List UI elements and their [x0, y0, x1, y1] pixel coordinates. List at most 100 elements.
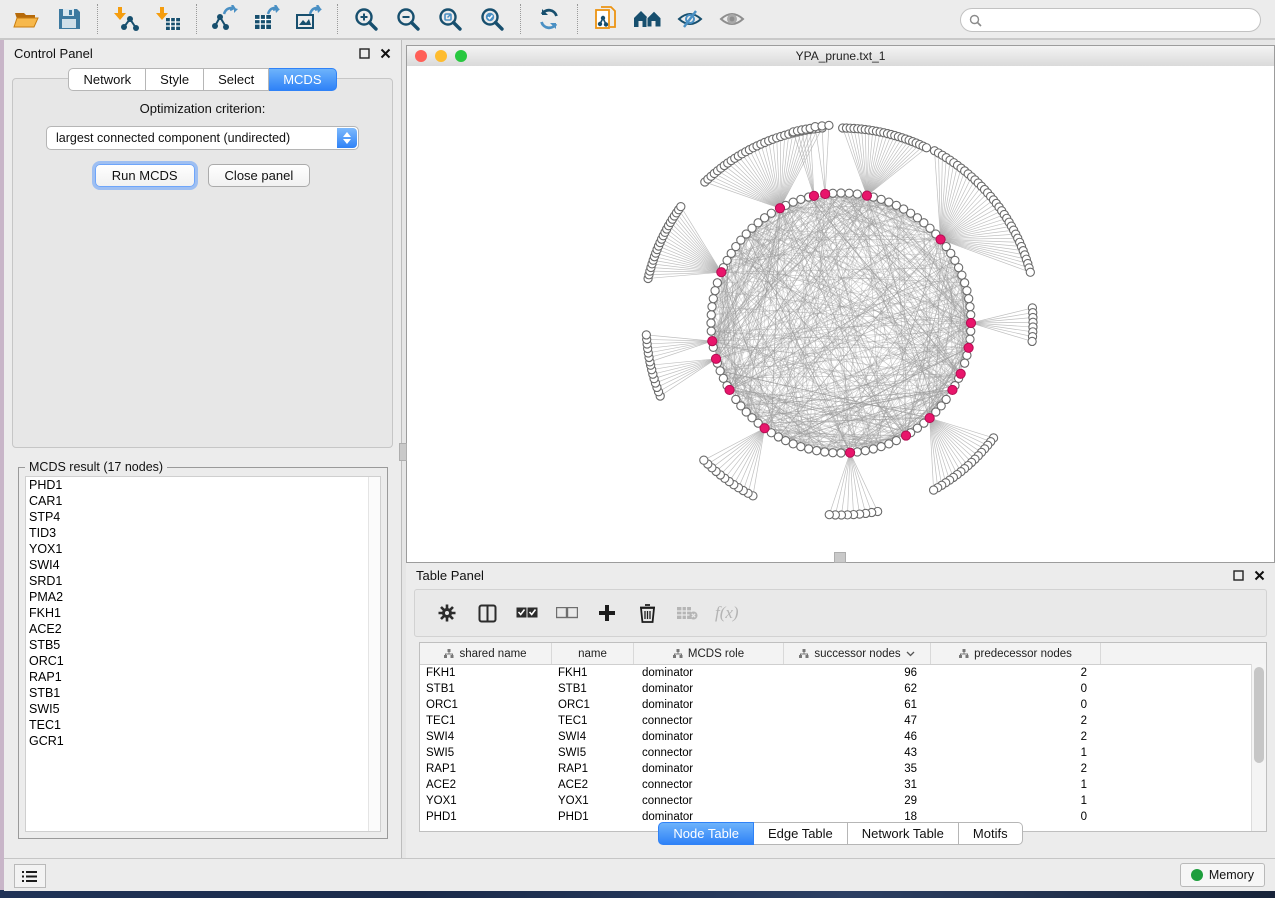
table-cell[interactable]: dominator — [634, 665, 784, 681]
mcds-result-item[interactable]: PMA2 — [26, 589, 380, 605]
export-network-button[interactable] — [204, 2, 246, 36]
network-node[interactable] — [713, 279, 721, 287]
table-cell[interactable]: ORC1 — [552, 697, 634, 713]
mcds-hub-node[interactable] — [948, 385, 957, 394]
network-node[interactable] — [813, 447, 821, 455]
network-node[interactable] — [707, 327, 715, 335]
network-node[interactable] — [708, 303, 716, 311]
memory-button[interactable]: Memory — [1180, 863, 1265, 887]
network-leaf-node[interactable] — [642, 331, 650, 339]
tab-motifs[interactable]: Motifs — [959, 822, 1023, 845]
network-leaf-node[interactable] — [1028, 337, 1036, 345]
tab-mcds[interactable]: MCDS — [269, 68, 336, 91]
mcds-result-item[interactable]: STB5 — [26, 637, 380, 653]
table-cell[interactable]: SWI4 — [420, 729, 552, 745]
close-panel-icon[interactable] — [380, 48, 391, 59]
close-table-panel-icon[interactable] — [1254, 570, 1265, 581]
table-cell[interactable]: 2 — [931, 729, 1101, 745]
window-maximize-button[interactable] — [455, 50, 467, 62]
tab-select[interactable]: Select — [204, 68, 269, 91]
table-cell[interactable]: 0 — [931, 697, 1101, 713]
mcds-result-item[interactable]: PHD1 — [26, 477, 380, 493]
column-header[interactable]: predecessor nodes — [931, 643, 1101, 664]
tab-style[interactable]: Style — [146, 68, 204, 91]
table-cell[interactable]: dominator — [634, 681, 784, 697]
hide-panel-button[interactable] — [669, 2, 711, 36]
table-row[interactable]: TEC1TEC1connector472 — [420, 713, 1266, 729]
mcds-result-item[interactable]: YOX1 — [26, 541, 380, 557]
mcds-result-item[interactable]: SWI4 — [26, 557, 380, 573]
mcds-result-item[interactable]: TEC1 — [26, 717, 380, 733]
table-cell[interactable]: 0 — [931, 681, 1101, 697]
network-leaf-node[interactable] — [825, 511, 833, 519]
table-cell[interactable]: 29 — [784, 793, 931, 809]
network-leaf-node[interactable] — [922, 144, 930, 152]
delete-column-button[interactable] — [635, 601, 659, 625]
zoom-selected-button[interactable] — [471, 2, 513, 36]
function-builder-button[interactable]: f(x) — [715, 603, 739, 623]
table-cell[interactable]: 1 — [931, 793, 1101, 809]
delete-table-button[interactable] — [675, 601, 699, 625]
table-cell[interactable]: ACE2 — [552, 777, 634, 793]
window-close-button[interactable] — [415, 50, 427, 62]
float-panel-icon[interactable] — [359, 48, 370, 59]
table-cell[interactable]: STB1 — [552, 681, 634, 697]
network-node[interactable] — [837, 189, 845, 197]
optimization-criterion-select[interactable]: largest connected component (undirected) — [46, 126, 359, 150]
close-panel-button[interactable]: Close panel — [208, 164, 311, 187]
task-history-button[interactable] — [14, 864, 46, 888]
mcds-hub-node[interactable] — [760, 424, 769, 433]
network-node[interactable] — [797, 443, 805, 451]
table-cell[interactable]: connector — [634, 713, 784, 729]
network-leaf-node[interactable] — [1026, 268, 1034, 276]
mcds-result-item[interactable]: FKH1 — [26, 605, 380, 621]
table-cell[interactable]: SWI4 — [552, 729, 634, 745]
network-node[interactable] — [966, 335, 974, 343]
table-row[interactable]: YOX1YOX1connector291 — [420, 793, 1266, 809]
column-header[interactable]: shared name — [420, 643, 552, 664]
mcds-result-list[interactable]: PHD1CAR1STP4TID3YOX1SWI4SRD1PMA2FKH1ACE2… — [25, 476, 381, 832]
select-all-button[interactable] — [515, 601, 539, 625]
table-cell[interactable]: 96 — [784, 665, 931, 681]
zoom-fit-button[interactable] — [429, 2, 471, 36]
column-visibility-button[interactable] — [475, 601, 499, 625]
mcds-hub-node[interactable] — [809, 191, 818, 200]
network-node[interactable] — [869, 445, 877, 453]
network-node[interactable] — [829, 449, 837, 457]
network-node[interactable] — [967, 311, 975, 319]
table-cell[interactable]: YOX1 — [420, 793, 552, 809]
table-cell[interactable]: 31 — [784, 777, 931, 793]
network-node[interactable] — [885, 440, 893, 448]
table-row[interactable]: STB1STB1dominator620 — [420, 681, 1266, 697]
table-cell[interactable]: FKH1 — [420, 665, 552, 681]
table-scrollbar[interactable] — [1251, 664, 1266, 831]
search-input[interactable] — [987, 12, 1252, 28]
search-box[interactable] — [960, 8, 1261, 32]
table-settings-button[interactable] — [435, 601, 459, 625]
tab-network-table[interactable]: Network Table — [848, 822, 959, 845]
mcds-result-item[interactable]: RAP1 — [26, 669, 380, 685]
mcds-hub-node[interactable] — [708, 336, 717, 345]
network-node[interactable] — [845, 189, 853, 197]
network-leaf-node[interactable] — [700, 456, 708, 464]
network-node[interactable] — [861, 447, 869, 455]
table-cell[interactable]: TEC1 — [420, 713, 552, 729]
network-node[interactable] — [709, 295, 717, 303]
horizontal-splitter-handle[interactable] — [834, 552, 846, 563]
mcds-hub-node[interactable] — [775, 204, 784, 213]
deselect-all-button[interactable] — [555, 601, 579, 625]
mcds-hub-node[interactable] — [964, 343, 973, 352]
table-cell[interactable]: connector — [634, 745, 784, 761]
table-cell[interactable]: 2 — [931, 713, 1101, 729]
tab-network[interactable]: Network — [68, 68, 146, 91]
table-row[interactable]: ACE2ACE2connector311 — [420, 777, 1266, 793]
table-cell[interactable]: RAP1 — [420, 761, 552, 777]
mcds-hub-node[interactable] — [821, 189, 830, 198]
window-minimize-button[interactable] — [435, 50, 447, 62]
network-node[interactable] — [789, 198, 797, 206]
network-node[interactable] — [707, 311, 715, 319]
table-cell[interactable]: dominator — [634, 697, 784, 713]
column-header[interactable]: successor nodes — [784, 643, 931, 664]
table-cell[interactable]: connector — [634, 777, 784, 793]
node-table[interactable]: shared namenameMCDS rolesuccessor nodesp… — [419, 642, 1267, 832]
